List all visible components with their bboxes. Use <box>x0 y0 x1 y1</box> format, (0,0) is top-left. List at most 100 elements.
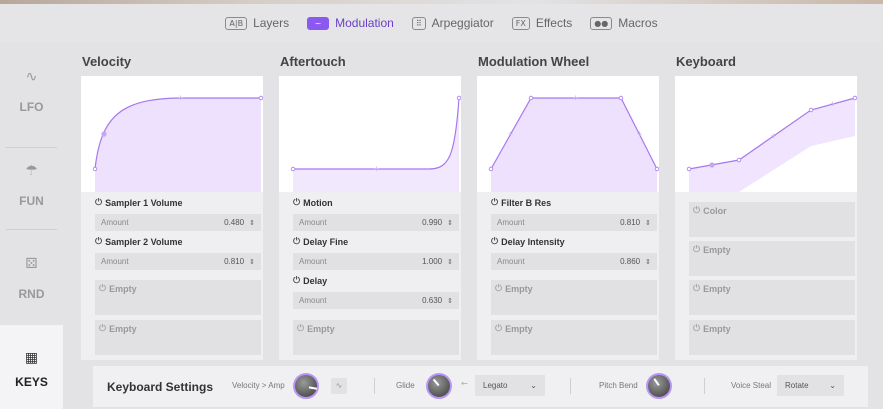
tab-macros[interactable]: ●● Macros <box>590 16 658 30</box>
stepper-arrows-icon[interactable]: ⇕ <box>447 219 453 227</box>
stepper-arrows-icon[interactable]: ⇕ <box>447 258 453 266</box>
amount-value: 0.990 <box>422 218 443 227</box>
velocity-curve-editor[interactable]: + <box>81 76 263 192</box>
keyboard-curve[interactable]: + + <box>675 76 857 192</box>
amount-field[interactable]: Amount 0.630 ⇕ <box>293 292 459 309</box>
sidebar-item-rnd[interactable]: ⚄ RND <box>0 255 63 325</box>
tab-arpeggiator[interactable]: ⠿ Arpeggiator <box>411 16 494 30</box>
curve-point[interactable] <box>808 107 814 113</box>
amount-field[interactable]: Amount 0.860 ⇕ <box>491 253 657 270</box>
power-icon[interactable]: ⏻ <box>297 324 304 334</box>
glide-knob[interactable] <box>426 373 452 399</box>
amount-field[interactable]: Amount 1.000 ⇕ <box>293 253 459 270</box>
amount-field[interactable]: Amount 0.990 ⇕ <box>293 214 459 231</box>
empty-slot[interactable]: ⏻ Empty <box>293 320 459 355</box>
aftertouch-curve[interactable]: + <box>279 76 461 192</box>
curve-handle[interactable] <box>709 162 715 168</box>
tab-modulation[interactable]: ~ Modulation <box>307 16 394 30</box>
curve-point[interactable] <box>528 95 534 101</box>
curve-point[interactable] <box>290 166 296 172</box>
modwheel-curve-editor[interactable]: + + + <box>477 76 659 192</box>
lfo-icon: ∿ <box>25 68 38 84</box>
stepper-arrows-icon[interactable]: ⇕ <box>447 297 453 305</box>
stepper-arrows-icon[interactable]: ⇕ <box>249 258 255 266</box>
sidebar-item-fun[interactable]: ☂ FUN <box>0 162 63 232</box>
curve-point[interactable] <box>686 166 692 172</box>
empty-slot[interactable]: ⏻ Empty <box>689 280 855 315</box>
velocity-amp-knob[interactable] <box>293 373 319 399</box>
tab-label: Macros <box>618 16 658 30</box>
power-icon[interactable]: ⏻ <box>293 276 300 286</box>
aftertouch-column: Aftertouch + ⏻ Motion Amount 0.990 ⇕ ⏻ Delay… <box>266 42 462 360</box>
destination-name: Empty <box>307 324 335 334</box>
glide-mode-dropdown[interactable]: Legato ⌄ <box>475 375 545 396</box>
voice-steal-dropdown[interactable]: Rotate ⌄ <box>777 375 844 396</box>
power-icon[interactable]: ⏻ <box>293 198 300 208</box>
pitch-bend-knob[interactable] <box>646 373 672 399</box>
arpeggiator-icon: ⠿ <box>411 16 426 30</box>
power-icon[interactable]: ⏻ <box>95 198 102 208</box>
power-icon[interactable]: ⏻ <box>495 284 502 294</box>
tab-layers[interactable]: A|B Layers <box>225 16 289 30</box>
stepper-arrows-icon[interactable]: ⇕ <box>249 219 255 227</box>
power-icon[interactable]: ⏻ <box>293 237 300 247</box>
amount-field[interactable]: Amount 0.810 ⇕ <box>491 214 657 231</box>
empty-slot[interactable]: ⏻ Empty <box>689 241 855 276</box>
power-icon[interactable]: ⏻ <box>693 284 700 294</box>
keyboard-curve-editor[interactable]: + + <box>675 76 857 192</box>
curve-handle[interactable]: + <box>771 131 776 141</box>
power-icon[interactable]: ⏻ <box>95 237 102 247</box>
curve-point[interactable] <box>736 157 742 163</box>
curve-point[interactable] <box>618 95 624 101</box>
stepper-arrows-icon[interactable]: ⇕ <box>645 219 651 227</box>
amount-value: 0.630 <box>422 296 443 305</box>
power-icon[interactable]: ⏻ <box>693 245 700 255</box>
keyboard-settings-bar: Keyboard Settings Velocity > Amp ∿ Glide… <box>93 366 868 407</box>
curve-handle[interactable]: + <box>508 129 513 139</box>
curve-handle[interactable] <box>101 131 107 137</box>
empty-slot[interactable]: ⏻ Empty <box>95 280 261 315</box>
aftertouch-curve-editor[interactable]: + <box>279 76 461 192</box>
curve-point[interactable] <box>456 95 461 101</box>
destination-name: Color <box>703 206 727 216</box>
curve-point[interactable] <box>92 166 98 172</box>
amount-label: Amount <box>299 257 327 266</box>
amount-field[interactable]: Amount 0.810 ⇕ <box>95 253 261 270</box>
curve-handle[interactable]: + <box>573 93 578 103</box>
velocity-curve[interactable]: + <box>81 76 263 192</box>
stepper-arrows-icon[interactable]: ⇕ <box>645 258 651 266</box>
empty-slot[interactable]: ⏻ Empty <box>491 280 657 315</box>
amount-field[interactable]: Amount 0.480 ⇕ <box>95 214 261 231</box>
modwheel-column: Modulation Wheel + + + ⏻ Filter B Res Amo… <box>464 42 660 360</box>
power-icon[interactable]: ⏻ <box>495 324 502 334</box>
sidebar-item-keys[interactable]: ▦ KEYS <box>0 325 63 409</box>
sidebar-item-lfo[interactable]: ∿ LFO <box>0 68 63 138</box>
empty-slot[interactable]: ⏻ Color <box>689 202 855 237</box>
mod-slot: ⏻ Delay Amount 0.630 ⇕ <box>293 276 459 312</box>
footer-divider <box>570 378 571 394</box>
power-icon[interactable]: ⏻ <box>491 237 498 247</box>
empty-slot[interactable]: ⏻ Empty <box>491 320 657 355</box>
tab-effects[interactable]: FX Effects <box>511 16 572 30</box>
power-icon[interactable]: ⏻ <box>99 324 106 334</box>
curve-point[interactable] <box>258 95 263 101</box>
velocity-curve-button[interactable]: ∿ <box>331 378 347 394</box>
velocity-amp-label: Velocity > Amp <box>232 381 285 390</box>
sidebar-item-label: LFO <box>19 100 44 114</box>
curve-point[interactable] <box>654 166 659 172</box>
curve-handle[interactable]: + <box>178 93 183 103</box>
curve-handle[interactable]: + <box>374 164 379 174</box>
amount-value: 0.810 <box>620 218 641 227</box>
curve-point[interactable] <box>488 166 494 172</box>
curve-point[interactable] <box>852 95 857 101</box>
power-icon[interactable]: ⏻ <box>491 198 498 208</box>
power-icon[interactable]: ⏻ <box>99 284 106 294</box>
empty-slot[interactable]: ⏻ Empty <box>95 320 261 355</box>
curve-handle[interactable]: + <box>830 99 835 109</box>
empty-slot[interactable]: ⏻ Empty <box>689 320 855 355</box>
modwheel-curve[interactable]: + + + <box>477 76 659 192</box>
power-icon[interactable]: ⏻ <box>693 324 700 334</box>
power-icon[interactable]: ⏻ <box>693 206 700 216</box>
destination-name: Sampler 2 Volume <box>105 237 183 247</box>
curve-handle[interactable]: + <box>637 129 642 139</box>
